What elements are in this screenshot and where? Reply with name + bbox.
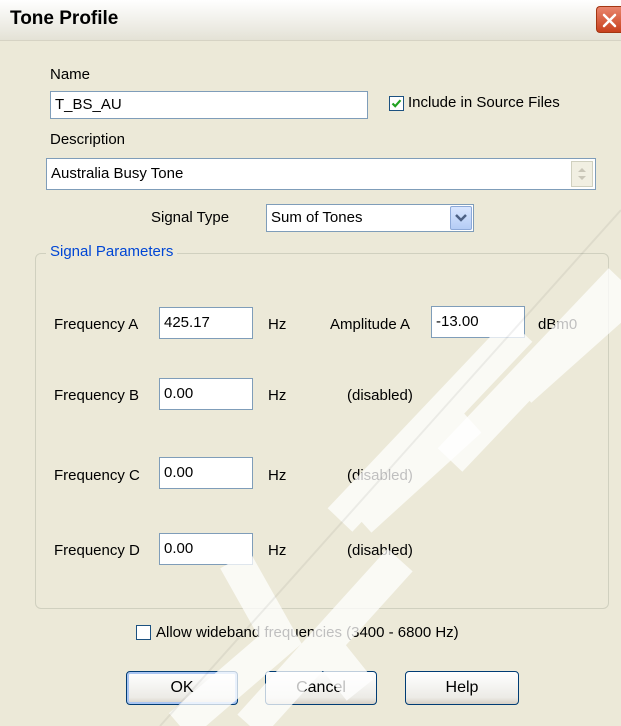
close-icon (602, 13, 617, 28)
amplitude-d-status: (disabled) (347, 542, 413, 559)
wideband-checkbox[interactable] (136, 625, 151, 640)
title-bar: Tone Profile (0, 0, 621, 41)
frequency-b-unit: Hz (268, 387, 287, 404)
frequency-b-label: Frequency B (54, 387, 140, 404)
signal-type-dropdown-button[interactable] (450, 206, 472, 230)
amplitude-c-status: (disabled) (347, 467, 413, 484)
signal-parameters-title: Signal Parameters (46, 243, 178, 260)
cancel-button[interactable]: Cancel (265, 671, 377, 705)
checkmark-icon (391, 99, 402, 108)
signal-type-select[interactable]: Sum of Tones (266, 204, 474, 232)
description-input[interactable]: Australia Busy Tone (46, 158, 596, 190)
signal-type-label: Signal Type (151, 209, 230, 226)
amplitude-a-label: Amplitude A (330, 316, 411, 333)
frequency-d-input[interactable]: 0.00 (159, 533, 253, 565)
amplitude-a-unit: dBm0 (538, 316, 578, 333)
chevron-down-icon (455, 214, 467, 222)
include-source-label: Include in Source Files (408, 94, 560, 111)
frequency-a-label: Frequency A (54, 316, 139, 333)
close-button[interactable] (596, 6, 621, 33)
frequency-c-label: Frequency C (54, 467, 140, 484)
amplitude-b-status: (disabled) (347, 387, 413, 404)
amplitude-a-input[interactable]: -13.00 (431, 306, 525, 338)
frequency-a-input[interactable]: 425.17 (159, 307, 253, 339)
frequency-c-unit: Hz (268, 467, 287, 484)
help-button[interactable]: Help (405, 671, 519, 705)
frequency-c-input[interactable]: 0.00 (159, 457, 253, 489)
include-source-checkbox[interactable] (389, 96, 404, 111)
ok-button[interactable]: OK (126, 671, 238, 705)
signal-type-value: Sum of Tones (271, 209, 363, 226)
description-label: Description (50, 131, 126, 148)
name-label: Name (50, 66, 91, 83)
window-title: Tone Profile (10, 8, 119, 29)
description-spinner[interactable] (571, 161, 593, 187)
wideband-label: Allow wideband frequencies (3400 - 6800 … (156, 624, 459, 641)
frequency-a-unit: Hz (268, 316, 287, 333)
name-input[interactable]: T_BS_AU (50, 91, 368, 119)
spin-arrows-icon (578, 168, 586, 180)
frequency-b-input[interactable]: 0.00 (159, 378, 253, 410)
frequency-d-unit: Hz (268, 542, 287, 559)
frequency-d-label: Frequency D (54, 542, 140, 559)
